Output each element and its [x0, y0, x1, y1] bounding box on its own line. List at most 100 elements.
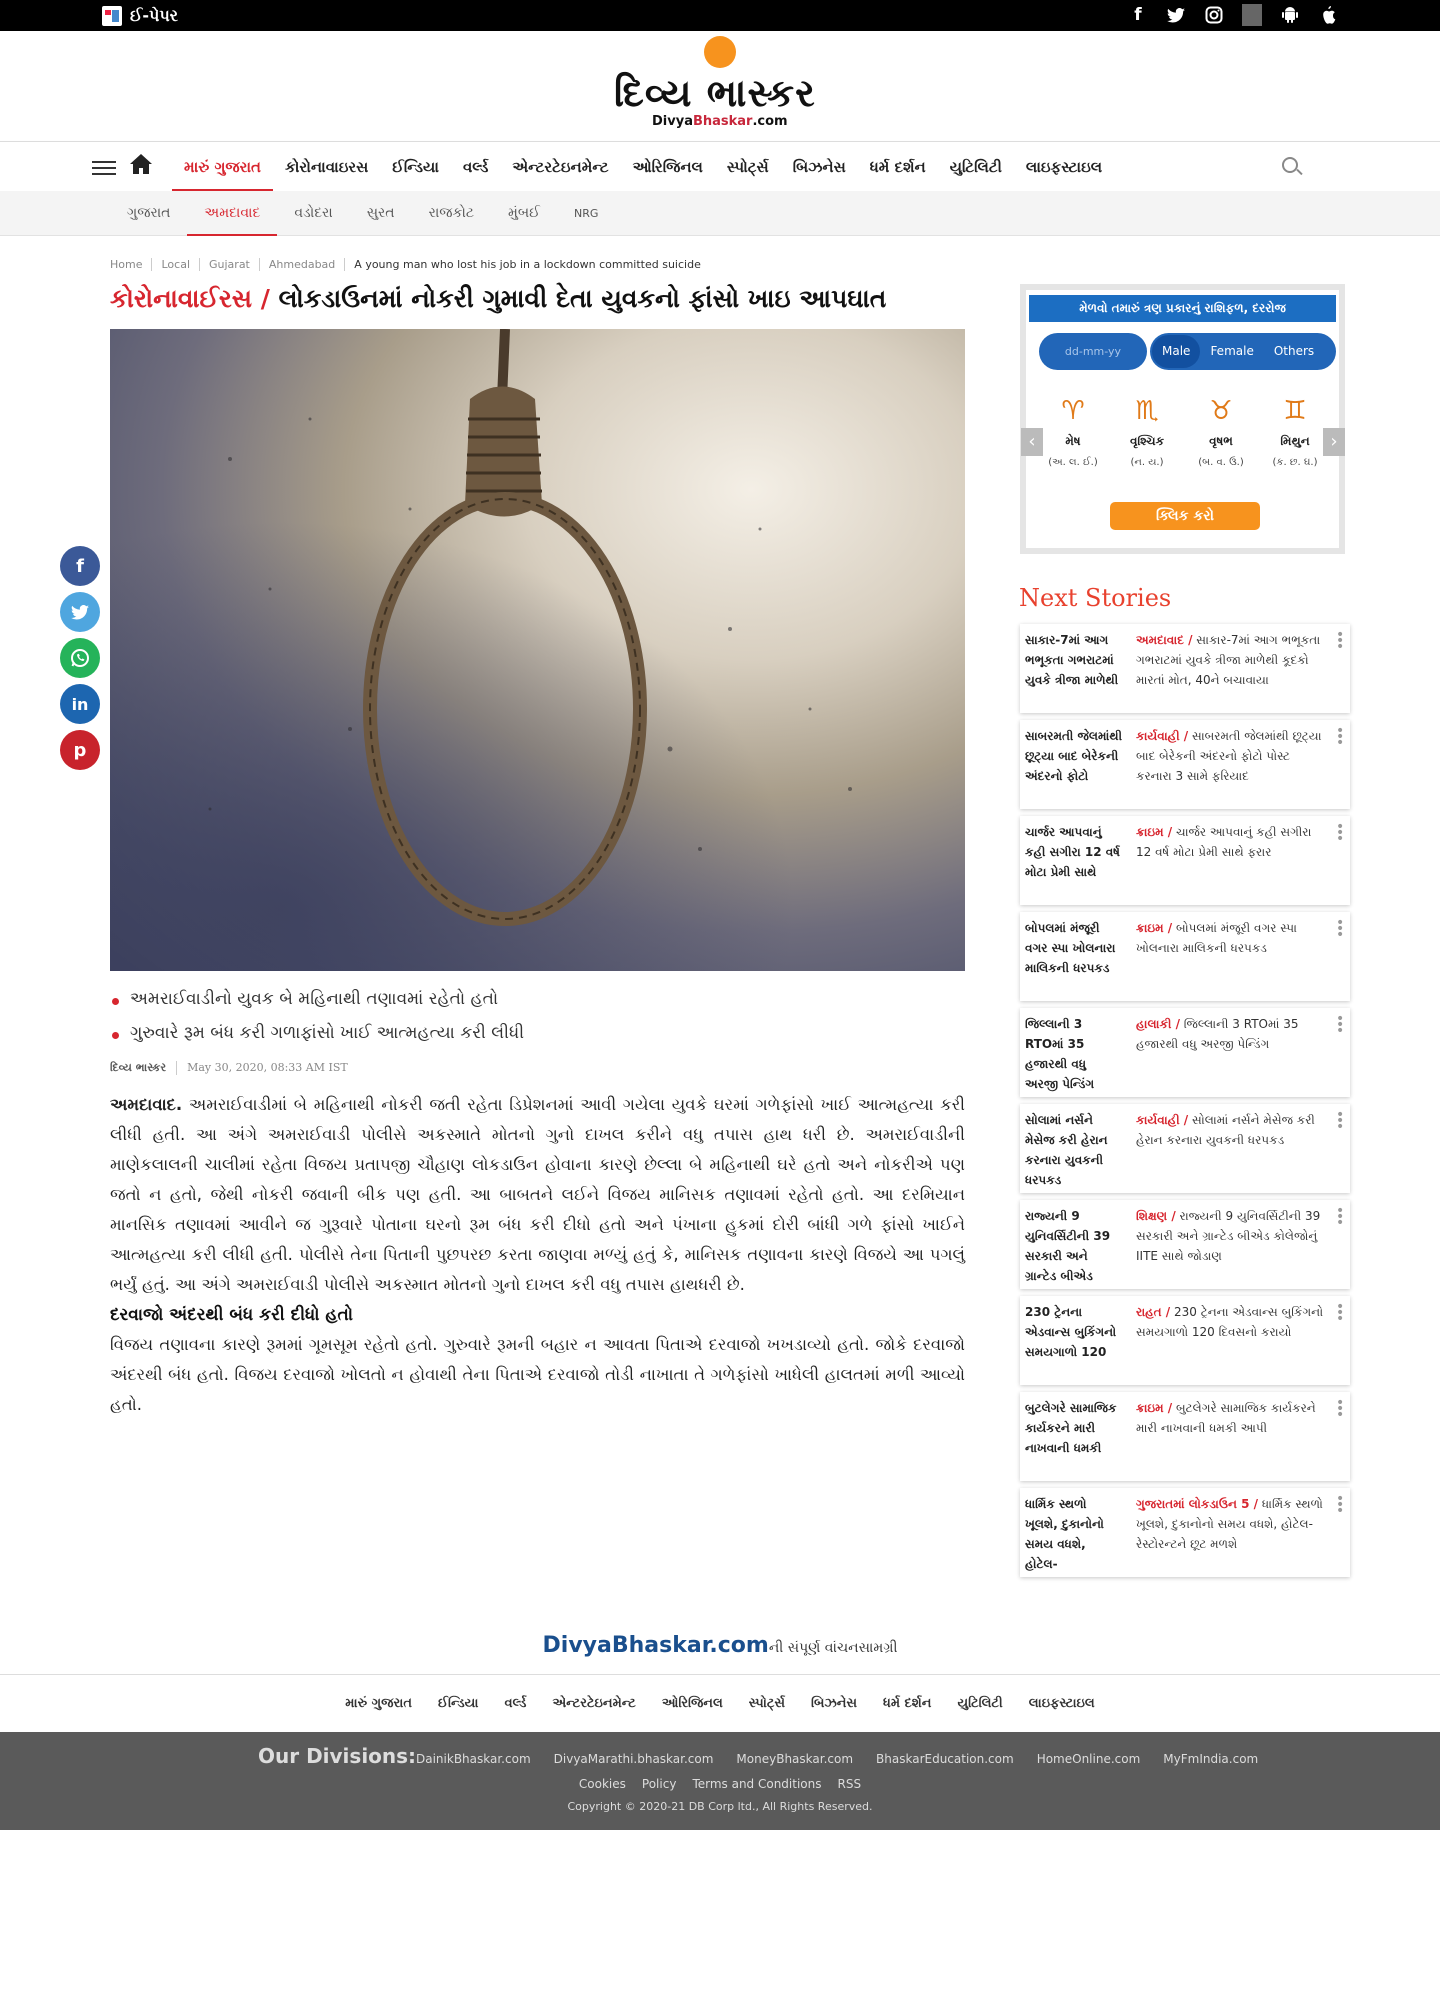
- more-options-icon[interactable]: • • •: [1336, 1108, 1344, 1134]
- footer-link[interactable]: એન્ટરટેઇનમેન્ટ: [552, 1696, 635, 1711]
- subnav-item-vadodara[interactable]: વડોદરા: [277, 191, 349, 236]
- linkedin-share-icon[interactable]: in: [60, 684, 100, 724]
- footer-link[interactable]: બિઝનેસ: [811, 1696, 857, 1711]
- division-link[interactable]: HomeOnline.com: [1037, 1752, 1141, 1766]
- footer-link[interactable]: સ્પોર્ટ્સ: [749, 1696, 785, 1711]
- story-thumbnail[interactable]: સાકાર-7માં આગ ભભૂકતા ગભરાટમાં યુવકે ત્રી…: [1025, 630, 1122, 708]
- search-icon[interactable]: [1282, 157, 1298, 173]
- story-thumbnail[interactable]: જિલ્લાની 3 RTOમાં 35 હજારથી વધુ અરજી પેન…: [1025, 1014, 1122, 1092]
- story-card[interactable]: ધાર્મિક સ્થળો ખૂલશે, દુકાનોનો સમય વધશે, …: [1020, 1488, 1350, 1577]
- story-card[interactable]: જિલ્લાની 3 RTOમાં 35 હજારથી વધુ અરજી પેન…: [1020, 1008, 1350, 1097]
- horoscope-click-button[interactable]: ક્લિક કરો: [1110, 502, 1260, 530]
- more-options-icon[interactable]: • • •: [1336, 916, 1344, 942]
- more-options-icon[interactable]: • • •: [1336, 1012, 1344, 1038]
- legal-link-rss[interactable]: RSS: [838, 1777, 862, 1791]
- division-link[interactable]: DivyaMarathi.bhaskar.com: [554, 1752, 714, 1766]
- legal-link-policy[interactable]: Policy: [642, 1777, 677, 1791]
- story-thumbnail[interactable]: બુટલેગરે સામાજિક કાર્યકરને મારી નાખવાની …: [1025, 1398, 1122, 1476]
- subnav-item-mumbai[interactable]: મુંબઈ: [491, 191, 557, 236]
- apple-icon[interactable]: [1318, 4, 1338, 26]
- story-thumbnail[interactable]: સોલામાં નર્સને મેસેજ કરી હેરાન કરનારા યુ…: [1025, 1110, 1122, 1188]
- footer-link[interactable]: ધર્મ દર્શન: [883, 1696, 931, 1711]
- story-card[interactable]: ચાર્જર આપવાનું કહી સગીરા 12 વર્ષ મોટા પ્…: [1020, 816, 1350, 905]
- more-options-icon[interactable]: • • •: [1336, 628, 1344, 654]
- zodiac-sign-mesh[interactable]: ♈ મેષ (અ. લ. ઈ.): [1038, 394, 1108, 468]
- android-icon[interactable]: [1280, 4, 1300, 26]
- whatsapp-share-icon[interactable]: [60, 638, 100, 678]
- breadcrumb-ahmedabad[interactable]: Ahmedabad: [260, 258, 346, 271]
- gender-option-male[interactable]: Male: [1152, 335, 1201, 368]
- nav-item-lifestyle[interactable]: લાઇફસ્ટાઇલ: [1014, 142, 1114, 192]
- birthdate-input[interactable]: dd-mm-yy: [1039, 333, 1147, 370]
- more-options-icon[interactable]: • • •: [1336, 724, 1344, 750]
- story-thumbnail[interactable]: ધાર્મિક સ્થળો ખૂલશે, દુકાનોનો સમય વધશે, …: [1025, 1494, 1122, 1572]
- article-kicker[interactable]: કોરોનાવાઈરસ /: [110, 284, 270, 313]
- division-link[interactable]: MoneyBhaskar.com: [736, 1752, 853, 1766]
- facebook-share-icon[interactable]: f: [60, 546, 100, 586]
- footer-link[interactable]: ઓરિજિનલ: [662, 1696, 723, 1711]
- facebook-icon[interactable]: f: [1128, 4, 1148, 26]
- more-options-icon[interactable]: • • •: [1336, 1300, 1344, 1326]
- nav-item-india[interactable]: ઈન્ડિયા: [380, 142, 451, 192]
- more-options-icon[interactable]: • • •: [1336, 820, 1344, 846]
- footer-link[interactable]: મારું ગુજરાત: [345, 1696, 412, 1711]
- gender-option-female[interactable]: Female: [1200, 335, 1263, 368]
- site-logo[interactable]: દિવ્ય ભાસ્કર: [614, 71, 816, 116]
- story-thumbnail[interactable]: ચાર્જર આપવાનું કહી સગીરા 12 વર્ષ મોટા પ્…: [1025, 822, 1122, 900]
- story-thumbnail[interactable]: 230 ટ્રેનના એડવાન્સ બુકિંગનો સમયગાળો 120: [1025, 1302, 1122, 1380]
- zodiac-sign-mithun[interactable]: ♊ મિથુન (ક. છ. ઘ.): [1260, 394, 1330, 468]
- legal-link-cookies[interactable]: Cookies: [579, 1777, 626, 1791]
- zodiac-sign-vrushabh[interactable]: ♉ વૃષભ (બ. વ. ઉ.): [1186, 394, 1256, 468]
- nav-item-world[interactable]: વર્લ્ડ: [451, 142, 500, 192]
- footer-link[interactable]: વર્લ્ડ: [504, 1696, 526, 1711]
- story-card[interactable]: બોપલમાં મંજૂરી વગર સ્પા ખોલનારા માલિકની …: [1020, 912, 1350, 1001]
- breadcrumb-gujarat[interactable]: Gujarat: [200, 258, 260, 271]
- subnav-item-gujarat[interactable]: ગુજરાત: [110, 191, 187, 236]
- more-options-icon[interactable]: • • •: [1336, 1204, 1344, 1230]
- home-icon[interactable]: [130, 154, 152, 180]
- next-arrow-icon[interactable]: ›: [1323, 428, 1345, 456]
- footer-logo[interactable]: DivyaBhaskar.com: [543, 1633, 769, 1658]
- pinterest-share-icon[interactable]: p: [60, 730, 100, 770]
- nav-item-maru-gujarat[interactable]: મારું ગુજરાત: [172, 142, 273, 192]
- story-thumbnail[interactable]: બોપલમાં મંજૂરી વગર સ્પા ખોલનારા માલિકની …: [1025, 918, 1122, 996]
- twitter-share-icon[interactable]: [60, 592, 100, 632]
- story-thumbnail[interactable]: સાબરમતી જેલમાંથી છૂટ્યા બાદ બેરેકની અંદર…: [1025, 726, 1122, 804]
- story-card[interactable]: બુટલેગરે સામાજિક કાર્યકરને મારી નાખવાની …: [1020, 1392, 1350, 1481]
- nav-item-sports[interactable]: સ્પોર્ટ્સ: [715, 142, 781, 192]
- hamburger-menu-icon[interactable]: [92, 161, 116, 175]
- instagram-icon[interactable]: [1204, 4, 1224, 26]
- gender-option-others[interactable]: Others: [1264, 335, 1324, 368]
- zodiac-sign-vrishchik[interactable]: ♏ વૃશ્ચિક (ન. ય.): [1112, 394, 1182, 468]
- footer-link[interactable]: યુટિલિટી: [958, 1696, 1003, 1711]
- nav-item-utility[interactable]: યુટિલિટી: [938, 142, 1014, 192]
- footer-link[interactable]: ઈન્ડિયા: [438, 1696, 478, 1711]
- more-options-icon[interactable]: • • •: [1336, 1492, 1344, 1518]
- more-options-icon[interactable]: • • •: [1336, 1396, 1344, 1422]
- subnav-item-nrg[interactable]: NRG: [557, 191, 615, 236]
- story-thumbnail[interactable]: રાજ્યની 9 યુનિવર્સિટીની 39 સરકારી અને ગ્…: [1025, 1206, 1122, 1284]
- breadcrumb-local[interactable]: Local: [152, 258, 200, 271]
- epaper-link[interactable]: ઈ-પેપર: [102, 6, 178, 26]
- nav-item-business[interactable]: બિઝનેસ: [781, 142, 858, 192]
- nav-item-original[interactable]: ઓરિજિનલ: [621, 142, 715, 192]
- subnav-item-surat[interactable]: સુરત: [350, 191, 412, 236]
- story-card[interactable]: સાબરમતી જેલમાંથી છૂટ્યા બાદ બેરેકની અંદર…: [1020, 720, 1350, 809]
- division-link[interactable]: BhaskarEducation.com: [876, 1752, 1014, 1766]
- nav-item-coronavirus[interactable]: કોરોનાવાઇરસ: [273, 142, 380, 192]
- article-highlights: અમરાઈવાડીનો યુવક બે મહિનાથી તણાવમાં રહેત…: [110, 989, 970, 1057]
- story-card[interactable]: રાજ્યની 9 યુનિવર્સિટીની 39 સરકારી અને ગ્…: [1020, 1200, 1350, 1289]
- twitter-icon[interactable]: [1166, 4, 1186, 26]
- legal-link-terms[interactable]: Terms and Conditions: [692, 1777, 821, 1791]
- story-card[interactable]: સોલામાં નર્સને મેસેજ કરી હેરાન કરનારા યુ…: [1020, 1104, 1350, 1193]
- story-card[interactable]: સાકાર-7માં આગ ભભૂકતા ગભરાટમાં યુવકે ત્રી…: [1020, 624, 1350, 713]
- subnav-item-ahmedabad[interactable]: અમદાવાદ: [187, 191, 278, 236]
- story-card[interactable]: 230 ટ્રેનના એડવાન્સ બુકિંગનો સમયગાળો 120…: [1020, 1296, 1350, 1385]
- subnav-item-rajkot[interactable]: રાજકોટ: [412, 191, 491, 236]
- nav-item-entertainment[interactable]: એન્ટરટેઇનમેન્ટ: [500, 142, 620, 192]
- division-link[interactable]: DainikBhaskar.com: [416, 1752, 531, 1766]
- division-link[interactable]: MyFmIndia.com: [1163, 1752, 1258, 1766]
- nav-item-dharm-darshan[interactable]: ધર્મ દર્શન: [858, 142, 938, 192]
- footer-link[interactable]: લાઇફસ્ટાઇલ: [1029, 1696, 1095, 1711]
- breadcrumb-home[interactable]: Home: [110, 258, 153, 271]
